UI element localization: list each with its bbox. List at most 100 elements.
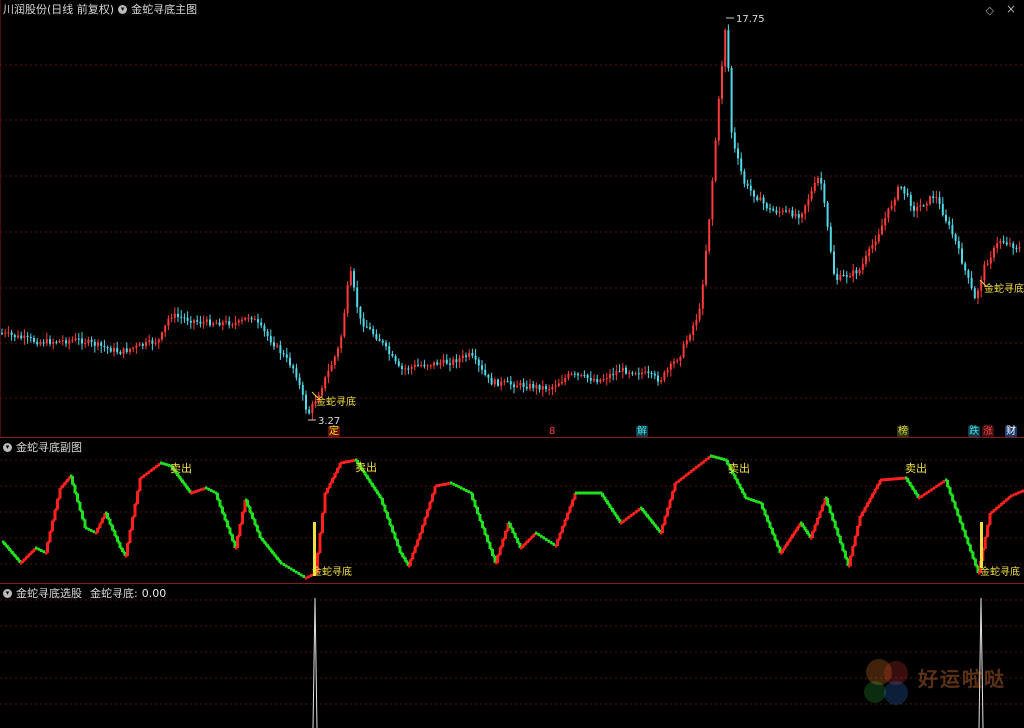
candle-body bbox=[113, 348, 115, 352]
candle-body bbox=[407, 368, 410, 370]
candle-body bbox=[100, 342, 103, 347]
candle-body bbox=[356, 287, 359, 308]
candle-body bbox=[365, 326, 368, 328]
candle-body bbox=[253, 319, 256, 321]
candle-body bbox=[842, 275, 845, 277]
high-price-label: 17.75 bbox=[736, 14, 765, 25]
sub-indicator-settings-icon[interactable]: ▾ bbox=[3, 442, 12, 452]
candle-body bbox=[557, 383, 560, 386]
candle-body bbox=[74, 338, 77, 341]
candle-body bbox=[49, 339, 51, 344]
candle-body bbox=[564, 377, 567, 382]
close-icon[interactable]: × bbox=[1006, 2, 1016, 16]
candle-body bbox=[333, 356, 336, 366]
candle-body bbox=[276, 345, 279, 347]
candle-body bbox=[237, 320, 240, 323]
candle-body bbox=[785, 210, 787, 212]
screener-value: 0.00 bbox=[141, 586, 167, 600]
candle-body bbox=[538, 385, 541, 390]
event-marker[interactable]: 解 bbox=[636, 426, 648, 437]
candle-body bbox=[391, 353, 394, 357]
candle-body bbox=[93, 341, 96, 346]
buy-label: 金蛇寻底 bbox=[980, 565, 1020, 578]
candle-body bbox=[145, 341, 147, 346]
candle-body bbox=[650, 373, 653, 375]
sub-indicator-name[interactable]: 金蛇寻底副图 bbox=[16, 439, 82, 455]
candle-body bbox=[906, 193, 909, 195]
screener-name[interactable]: 金蛇寻底选股 bbox=[16, 585, 82, 601]
candle-body bbox=[349, 271, 352, 286]
main-chart-panel[interactable]: 17.75 3.27 金蛇寻底 金蛇寻底 川润股份(日线 前复权) ▾ 金蛇寻底主图 … bbox=[0, 0, 1024, 437]
candle-body bbox=[666, 369, 669, 373]
candle-body bbox=[721, 66, 723, 99]
candle-body bbox=[90, 339, 93, 342]
candle-body bbox=[65, 340, 67, 344]
candle-body bbox=[260, 322, 263, 326]
candle-body bbox=[679, 356, 682, 361]
candle-body bbox=[20, 335, 23, 339]
candle-body bbox=[458, 358, 461, 363]
candle-body bbox=[125, 348, 128, 352]
candle-body bbox=[746, 183, 749, 186]
event-marker[interactable]: 涨 bbox=[982, 426, 994, 437]
candle-body bbox=[788, 210, 791, 212]
candle-body bbox=[39, 342, 42, 345]
screener-settings-icon[interactable]: ▾ bbox=[3, 588, 12, 598]
event-marker[interactable]: 财 bbox=[1005, 426, 1017, 437]
candle-body bbox=[103, 346, 106, 348]
candle-body bbox=[423, 364, 426, 367]
candle-body bbox=[634, 373, 637, 375]
candle-body bbox=[593, 379, 595, 381]
event-marker[interactable]: 8 bbox=[548, 426, 556, 437]
candle-body bbox=[308, 409, 311, 414]
candle-body bbox=[266, 331, 269, 337]
indicator-settings-icon[interactable]: ▾ bbox=[118, 4, 128, 14]
candle-body bbox=[346, 285, 349, 313]
candle-body bbox=[938, 197, 941, 204]
candle-body bbox=[138, 343, 141, 346]
candle-body bbox=[823, 183, 826, 203]
candle-body bbox=[548, 389, 551, 391]
candle-body bbox=[401, 365, 403, 369]
sub-chart-panel[interactable]: 卖出 卖出 卖出 卖出 金蛇寻底 金蛇寻底 ▾ 金蛇寻底副图 bbox=[0, 438, 1024, 583]
candle-body bbox=[452, 359, 455, 365]
candle-body bbox=[791, 210, 794, 217]
candle-body bbox=[660, 380, 663, 382]
event-marker[interactable]: 跌 bbox=[968, 426, 980, 437]
candle-body bbox=[637, 373, 640, 375]
main-indicator-name[interactable]: 金蛇寻底主图 bbox=[131, 1, 197, 17]
candle-body bbox=[273, 342, 275, 347]
candle-body bbox=[455, 359, 458, 363]
event-marker[interactable]: 定 bbox=[328, 426, 340, 437]
candle-body bbox=[513, 384, 515, 388]
candle-body bbox=[717, 98, 720, 141]
candle-body bbox=[970, 277, 973, 289]
candle-body bbox=[641, 372, 643, 374]
event-marker[interactable]: 榜 bbox=[897, 426, 909, 437]
watermark-text: 好运啦哒 bbox=[918, 667, 1006, 691]
candle-body bbox=[183, 317, 186, 319]
candle-body bbox=[913, 205, 915, 211]
candle-body bbox=[189, 320, 192, 323]
candle-body bbox=[106, 347, 109, 349]
candle-body bbox=[890, 205, 893, 209]
candle-body bbox=[829, 226, 832, 252]
candle-body bbox=[426, 365, 429, 367]
oscillator-chart[interactable]: 卖出 卖出 卖出 卖出金蛇寻底 金蛇寻底 bbox=[0, 438, 1024, 583]
candle-body bbox=[231, 324, 234, 326]
candle-body bbox=[413, 364, 416, 367]
candle-body bbox=[417, 364, 419, 366]
candlestick-chart[interactable]: 17.753.27金蛇寻底金蛇寻底 bbox=[0, 0, 1024, 437]
candle-body bbox=[471, 352, 474, 356]
buy-signal-bar bbox=[980, 522, 983, 568]
candle-body bbox=[196, 320, 199, 322]
candle-body bbox=[337, 348, 339, 357]
candle-body bbox=[801, 213, 803, 218]
diamond-icon[interactable]: ◇ bbox=[986, 4, 994, 17]
candle-body bbox=[724, 30, 727, 67]
candle-body bbox=[836, 273, 839, 280]
candle-body bbox=[826, 202, 829, 227]
candle-body bbox=[340, 336, 343, 349]
candle-body bbox=[567, 373, 570, 378]
candle-body bbox=[269, 336, 272, 343]
